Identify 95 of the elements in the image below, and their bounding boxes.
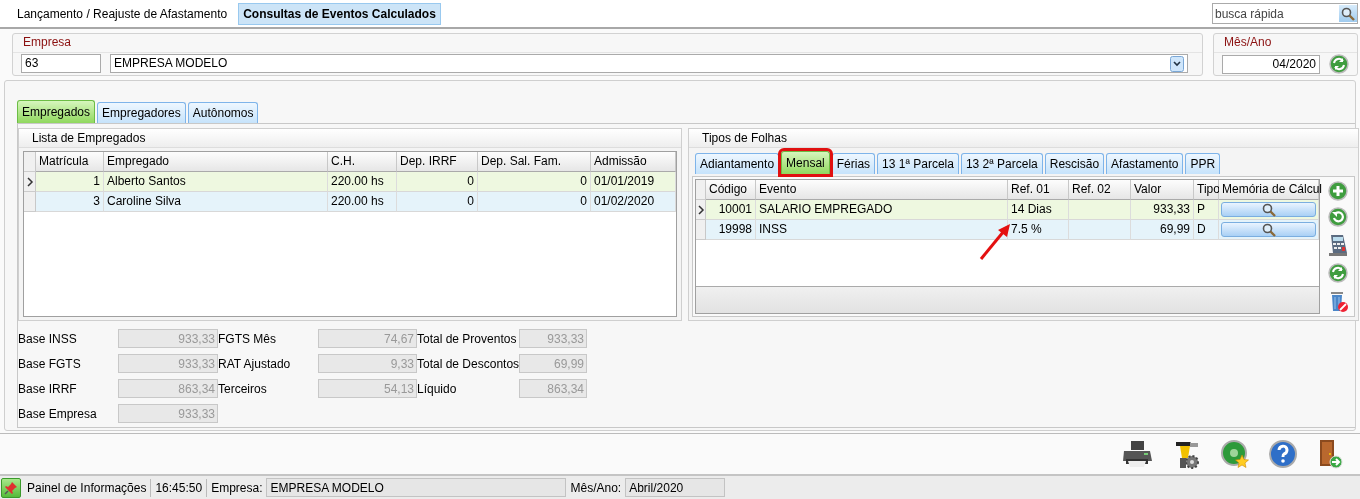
- arrow-annotation: [978, 222, 1012, 262]
- field-label: Total de Proventos: [417, 331, 518, 346]
- tab[interactable]: Autônomos: [187, 102, 259, 123]
- table-cell: 0: [478, 192, 591, 212]
- dropdown-icon: [1170, 55, 1184, 72]
- status-text: Painel de Informações: [27, 480, 147, 495]
- value-field: 863,34: [519, 379, 587, 398]
- column-header: Memória de Cálcul: [1219, 180, 1319, 200]
- field-label: Base INSS: [18, 331, 78, 346]
- table-cell: 69,99: [1131, 220, 1194, 240]
- value-field: 9,33: [318, 354, 417, 373]
- table-row[interactable]: 1 Alberto Santos 220.00 hs 0 0 01/01/2019: [24, 172, 676, 192]
- field-label: Líquido: [417, 381, 458, 396]
- value-field: 933,33: [519, 329, 587, 348]
- magnifier-button[interactable]: [1221, 202, 1316, 217]
- value-field: 933,33: [118, 354, 218, 373]
- field-label: FGTS Mês: [218, 331, 277, 346]
- tab[interactable]: Adiantamento: [695, 153, 780, 174]
- field-label: Base Empresa: [18, 406, 98, 421]
- printer-icon[interactable]: [1122, 439, 1154, 469]
- field-label: RAT Ajustado: [218, 356, 292, 371]
- status-label: Mês/Ano:: [570, 480, 622, 495]
- group-title: Tipos de Folhas: [689, 129, 1358, 148]
- tab[interactable]: Mensal: [781, 151, 830, 174]
- column-header: Admissão: [591, 152, 676, 172]
- tab[interactable]: Afastamento: [1106, 153, 1184, 174]
- status-label: Empresa:: [211, 480, 263, 495]
- field-label: Mês/Ano: [1214, 34, 1357, 53]
- value-field: 933,33: [118, 329, 218, 348]
- column-header: Valor: [1131, 180, 1194, 200]
- tab[interactable]: Lançamento / Reajuste de Afastamento: [12, 2, 233, 25]
- table-cell: 0: [397, 192, 478, 212]
- tab[interactable]: Consultas de Eventos Calculados: [238, 2, 441, 25]
- tab[interactable]: PPR: [1185, 153, 1221, 174]
- table-row[interactable]: 19998 INSS 7.5 % 69,99 D: [696, 220, 1319, 240]
- undo-icon[interactable]: [1328, 207, 1348, 227]
- tab[interactable]: 13 1ª Parcela: [877, 153, 959, 174]
- search-field[interactable]: busca rápida: [1212, 3, 1358, 24]
- pin-icon: [4, 480, 18, 495]
- help-icon[interactable]: [1268, 439, 1298, 469]
- month-year-field[interactable]: 04/2020: [1222, 54, 1320, 74]
- column-header: C.H.: [328, 152, 397, 172]
- refresh-icon[interactable]: [1329, 54, 1349, 74]
- column-header: Ref. 02: [1069, 180, 1131, 200]
- table-cell: Caroline Silva: [104, 192, 328, 212]
- table-row[interactable]: 10001 SALARIO EMPREGADO 14 Dias 933,33 P: [696, 200, 1319, 220]
- status-value: EMPRESA MODELO: [266, 478, 567, 497]
- magnifier-button[interactable]: [1221, 222, 1316, 237]
- column-header: Empregado: [104, 152, 328, 172]
- status-value: Abril/2020: [625, 478, 726, 497]
- value-field: 933,33: [118, 404, 218, 423]
- value-field: 69,99: [519, 354, 587, 373]
- column-header: Matrícula: [36, 152, 104, 172]
- tab[interactable]: Rescisão: [1044, 153, 1105, 174]
- add-icon[interactable]: [1328, 181, 1348, 201]
- grid-corner: [24, 152, 36, 172]
- value-field: 863,34: [118, 379, 218, 398]
- field-label: Terceiros: [218, 381, 268, 396]
- table-cell: D: [1194, 220, 1219, 240]
- search-icon: [1261, 222, 1276, 237]
- row-indicator[interactable]: [696, 200, 706, 220]
- field-label: Base FGTS: [18, 356, 82, 371]
- tab[interactable]: Empregados: [17, 100, 96, 123]
- refresh-icon[interactable]: [1328, 263, 1348, 283]
- field-label: Empresa: [13, 34, 1202, 53]
- tab[interactable]: Empregadores: [97, 102, 186, 123]
- value-field: 54,13: [318, 379, 417, 398]
- column-header: Dep. IRRF: [397, 152, 478, 172]
- row-pointer-icon: [696, 204, 705, 215]
- column-header: Tipo: [1194, 180, 1219, 200]
- company-code-field[interactable]: 63: [21, 54, 101, 73]
- column-header: Evento: [756, 180, 1008, 200]
- column-header: Ref. 01: [1008, 180, 1069, 200]
- search-icon: [1261, 202, 1276, 217]
- column-header: Dep. Sal. Fam.: [478, 152, 591, 172]
- field-label: Base IRRF: [18, 381, 78, 396]
- group-title: Lista de Empregados: [19, 129, 681, 148]
- value-field: 74,67: [318, 329, 417, 348]
- row-indicator[interactable]: [24, 172, 36, 192]
- pin-button[interactable]: [1, 477, 21, 498]
- field-label: Total de Descontos: [417, 356, 519, 371]
- table-cell: 220.00 hs: [328, 192, 397, 212]
- company-select[interactable]: EMPRESA MODELO: [110, 54, 1188, 73]
- grid-corner: [696, 180, 706, 200]
- tab[interactable]: Férias: [831, 153, 876, 174]
- column-header: Código: [706, 180, 756, 200]
- row-pointer-icon: [25, 176, 34, 187]
- table-cell: 3: [36, 192, 104, 212]
- table-row[interactable]: 3 Caroline Silva 220.00 hs 0 0 01/02/2020: [24, 192, 676, 212]
- search-icon[interactable]: [1341, 6, 1355, 21]
- table-cell: 19998: [706, 220, 756, 240]
- clock-text: 16:45:50: [155, 480, 203, 495]
- tab[interactable]: 13 2ª Parcela: [960, 153, 1043, 174]
- table-cell: 01/02/2020: [591, 192, 676, 212]
- calculator-icon[interactable]: [1327, 233, 1349, 257]
